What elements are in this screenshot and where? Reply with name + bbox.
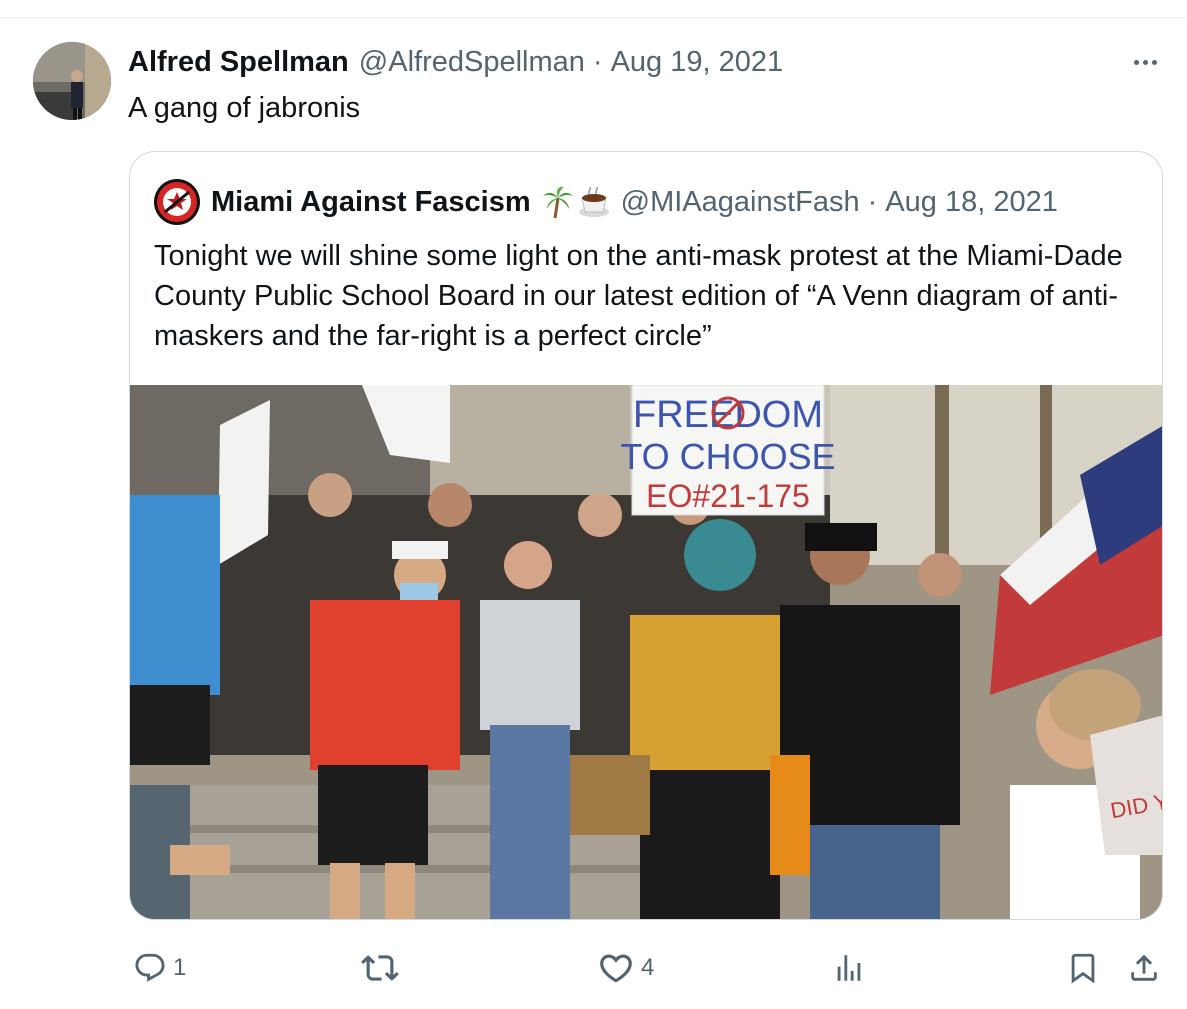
- quote-media-image[interactable]: DID YO FREEDOM TO CHOOSE EO#21-175: [130, 385, 1162, 919]
- quote-meta-separator: ·: [867, 185, 878, 218]
- coffee-cup-emoji: [578, 186, 609, 217]
- more-options-icon[interactable]: [1127, 50, 1163, 74]
- tweet-header: Alfred Spellman @AlfredSpellman · Aug 19, …: [128, 44, 783, 80]
- sign-line-2: TO CHOOSE: [620, 436, 835, 477]
- author-avatar[interactable]: [33, 42, 111, 120]
- heart-icon: [600, 954, 632, 983]
- tweet-text: A gang of jabronis: [128, 92, 361, 124]
- share-icon: [1131, 954, 1157, 981]
- protest-photo: DID YO FREEDOM TO CHOOSE EO#21-175: [130, 385, 1162, 919]
- palm-tree-emoji: [542, 186, 573, 219]
- share-button[interactable]: [1127, 946, 1161, 990]
- top-divider: [0, 17, 1187, 18]
- reply-count: 1: [173, 954, 187, 981]
- like-button[interactable]: 4: [597, 946, 654, 990]
- bookmark-icon: [1071, 953, 1095, 984]
- analytics-icon: [837, 955, 861, 981]
- views-button[interactable]: [832, 946, 872, 990]
- quote-author-name[interactable]: Miami Against Fascism: [211, 186, 531, 219]
- sign-line-3: EO#21-175: [646, 478, 810, 514]
- retweet-button[interactable]: [361, 946, 405, 990]
- bookmark-button[interactable]: [1066, 946, 1100, 990]
- quoted-tweet[interactable]: Miami Against Fascism @MIAagainstFash · Au…: [129, 151, 1163, 920]
- tweet-meta: @AlfredSpellman · Aug 19, 2021: [359, 46, 783, 79]
- quote-author-handle[interactable]: @MIAagainstFash: [621, 186, 860, 218]
- quote-text: Tonight we will shine some light on the …: [154, 240, 1123, 352]
- quote-author-avatar[interactable]: [153, 178, 201, 226]
- author-handle[interactable]: @AlfredSpellman: [359, 46, 585, 78]
- like-count: 4: [641, 954, 655, 981]
- quote-header: Miami Against Fascism @MIAagainstFash · Au…: [153, 179, 1058, 225]
- tweet-date[interactable]: Aug 19, 2021: [611, 46, 784, 78]
- quote-author-emojis: [541, 185, 611, 219]
- avatar-photo: [33, 42, 111, 120]
- quote-date[interactable]: Aug 18, 2021: [885, 186, 1058, 218]
- meta-separator: ·: [592, 45, 603, 78]
- action-bar: 1 4: [0, 946, 1187, 990]
- quote-meta: @MIAagainstFash · Aug 18, 2021: [621, 186, 1058, 219]
- author-name[interactable]: Alfred Spellman: [128, 46, 349, 79]
- retweet-icon: [361, 955, 399, 981]
- reply-button[interactable]: 1: [133, 946, 186, 990]
- reply-icon: [135, 953, 165, 982]
